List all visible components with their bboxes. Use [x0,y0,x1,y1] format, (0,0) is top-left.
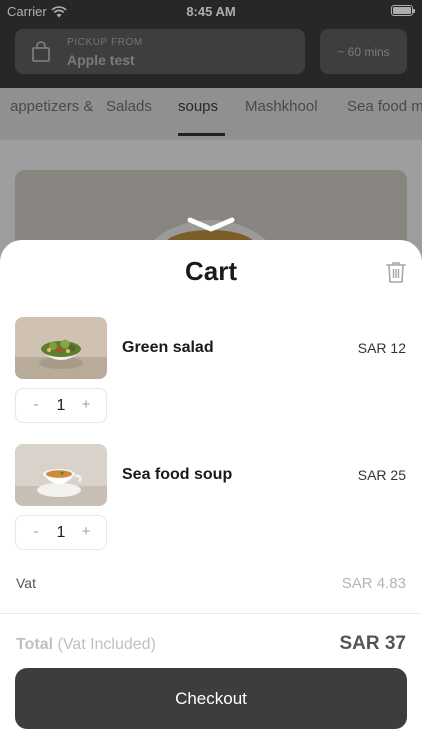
item-name: Green salad [122,339,214,356]
quantity-stepper: - 1 + [15,515,107,550]
checkout-button[interactable]: Checkout [15,668,407,729]
trash-icon[interactable] [384,260,408,284]
item-price: SAR 12 [357,340,406,356]
vat-label: Vat [16,575,36,591]
item-name: Sea food soup [122,466,233,483]
total-vat-note: (Vat Included) [57,636,156,653]
increase-quantity-button[interactable]: + [76,523,96,540]
chevron-down-icon[interactable] [186,216,236,234]
sea-food-soup-image [15,444,107,506]
checkout-label: Checkout [175,688,247,708]
item-price: SAR 25 [357,467,406,483]
cart-title: Cart [184,256,237,286]
vat-value: SAR 4.83 [341,575,406,592]
green-salad-image [15,317,107,379]
divider [0,613,422,614]
total-value: SAR 37 [339,633,406,654]
increase-quantity-button[interactable]: + [76,396,96,413]
total-label: Total (Vat Included) [16,636,156,654]
quantity-stepper: - 1 + [15,388,107,423]
cart-sheet: Cart Green salad SAR 12 - 1 + Sea food s… [0,217,422,750]
total-label-text: Total [16,636,54,653]
